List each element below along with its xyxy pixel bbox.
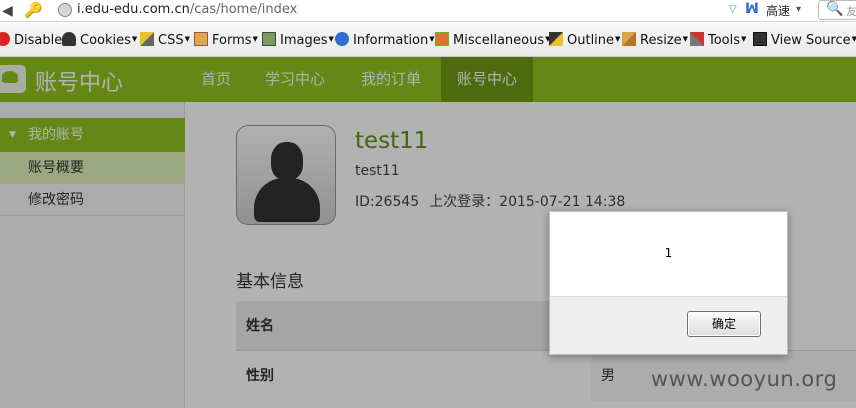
toolbar-tools-menu[interactable]: Tools▼ (690, 32, 746, 50)
url-host: i.edu-edu.com.cn (77, 2, 190, 17)
url-path: /cas/home/index (189, 2, 298, 17)
toolbar-view-source-label: View Source (771, 33, 851, 48)
picture-icon (262, 32, 276, 46)
user-silhouette-icon (62, 32, 76, 46)
toolbar-forms-menu[interactable]: Forms▼ (194, 32, 258, 50)
back-arrow-icon[interactable]: ◀ (2, 3, 18, 19)
alert-footer: 确定 (550, 296, 787, 354)
monitor-icon (753, 32, 767, 46)
speed-mode-label[interactable]: 高速 (766, 2, 790, 19)
speed-mode-icon[interactable]: ꟽ (745, 1, 759, 17)
no-entry-icon (0, 32, 10, 46)
search-placeholder: 友 (846, 5, 856, 18)
toolbar-cookies-label: Cookies (80, 33, 131, 48)
toolbar-forms-label: Forms (212, 33, 252, 48)
book-icon (435, 32, 449, 46)
alert-message: 1 (664, 246, 673, 260)
key-icon[interactable]: 🔑 (24, 1, 43, 19)
toolbar-view-source-menu[interactable]: View Source▼ (753, 32, 856, 50)
address-bar: ◀ 🔑 i.edu-edu.com.cn/cas/home/index ▽ ꟽ … (0, 0, 856, 22)
toolbar-css-label: CSS (158, 33, 184, 48)
tools-icon (690, 32, 704, 46)
alert-dialog: 1 确定 (549, 211, 788, 355)
toolbar-outline-menu[interactable]: Outline▼ (549, 32, 620, 50)
toolbar-miscellaneous-label: Miscellaneous (453, 33, 545, 48)
speed-mode-chevron-down-icon[interactable]: ▾ (796, 4, 801, 15)
toolbar-outline-label: Outline (567, 33, 615, 48)
toolbar-information-label: Information (353, 33, 429, 48)
toolbar-disable-label: Disable (14, 33, 63, 48)
toolbar-disable-menu[interactable]: Disable▼ (0, 32, 69, 50)
history-dropdown-icon[interactable]: ▽ (729, 4, 737, 15)
toolbar-images-menu[interactable]: Images▼ (262, 32, 334, 50)
toolbar-css-menu[interactable]: CSS▼ (140, 32, 190, 50)
url-input[interactable]: i.edu-edu.com.cn/cas/home/index (77, 2, 297, 17)
outline-pen-icon (549, 32, 563, 46)
info-icon (335, 32, 349, 46)
toolbar-resize-label: Resize (640, 33, 682, 48)
toolbar-images-label: Images (280, 33, 328, 48)
ok-button[interactable]: 确定 (687, 311, 761, 337)
toolbar-cookies-menu[interactable]: Cookies▼ (62, 32, 137, 50)
web-developer-toolbar: Disable▼ Cookies▼ CSS▼ Forms▼ Images▼ In… (0, 23, 856, 57)
search-icon[interactable]: 🔍 (826, 1, 843, 17)
page-content: 账号中心 首页 学习中心 我的订单 账号中心 ▼ 我的账号 账号概要 修改密码 … (0, 57, 856, 408)
toolbar-miscellaneous-menu[interactable]: Miscellaneous▼ (435, 32, 551, 50)
ruler-icon (622, 32, 636, 46)
toolbar-information-menu[interactable]: Information▼ (335, 32, 435, 50)
toolbar-tools-label: Tools (708, 33, 741, 48)
clipboard-icon (194, 32, 208, 46)
site-identity-icon[interactable] (58, 3, 72, 17)
watermark: www.wooyun.org (651, 367, 838, 391)
pencil-icon (140, 32, 154, 46)
toolbar-resize-menu[interactable]: Resize▼ (622, 32, 688, 50)
